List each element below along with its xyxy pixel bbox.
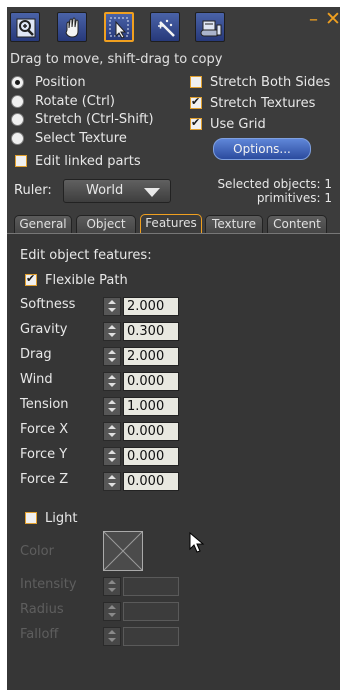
edit-linked-parts-checkbox[interactable]: Edit linked parts <box>15 152 141 170</box>
use-grid-checkbox[interactable]: Use Grid <box>190 115 266 133</box>
force-y-label: Force Y <box>20 447 68 462</box>
hand-icon <box>65 17 79 38</box>
radio-icon[interactable] <box>11 94 24 108</box>
force-y-field[interactable]: 0.000 <box>123 447 179 466</box>
checkbox-checked-icon[interactable] <box>190 116 202 130</box>
gravity-label: Gravity <box>20 322 68 337</box>
force-x-spinner[interactable] <box>103 422 121 441</box>
tension-spinner[interactable] <box>103 397 121 416</box>
radius-field[interactable] <box>123 602 179 621</box>
pointer-icon <box>109 17 129 39</box>
magnifier-icon <box>16 18 36 38</box>
tab-content[interactable]: Content <box>267 215 327 233</box>
ruler-value: World <box>86 183 124 198</box>
ruler-dropdown[interactable]: World <box>63 179 171 203</box>
wind-spinner[interactable] <box>103 372 121 391</box>
gravity-field[interactable]: 0.300 <box>123 322 179 341</box>
mouse-cursor-icon <box>189 532 205 553</box>
intensity-label: Intensity <box>20 577 77 592</box>
flexible-path-label: Flexible Path <box>45 272 128 288</box>
empty-swatch-icon <box>103 531 143 571</box>
flexible-path-checkbox[interactable]: Flexible Path <box>25 271 128 289</box>
light-color-swatch[interactable] <box>103 531 143 571</box>
mode-stretch-label: Stretch (Ctrl-Shift) <box>35 111 154 127</box>
tab-object[interactable]: Object <box>76 215 136 233</box>
checkbox-icon[interactable] <box>15 155 27 167</box>
tool-hint: Drag to move, shift-drag to copy <box>10 52 223 67</box>
mode-select-texture-label: Select Texture <box>35 130 127 146</box>
tension-label: Tension <box>20 397 69 412</box>
force-y-spinner[interactable] <box>103 447 121 466</box>
tab-texture[interactable]: Texture <box>205 215 263 233</box>
create-tool-button[interactable] <box>150 12 180 42</box>
mode-position[interactable]: Position <box>11 73 86 91</box>
radio-icon[interactable] <box>11 75 24 89</box>
drag-label: Drag <box>20 347 52 362</box>
radius-spinner[interactable] <box>103 602 121 621</box>
close-button[interactable]: ✕ <box>325 9 340 29</box>
falloff-field[interactable] <box>123 627 179 646</box>
softness-field[interactable]: 2.000 <box>123 297 179 316</box>
stretch-textures-checkbox[interactable]: Stretch Textures <box>190 94 315 112</box>
stretch-textures-label: Stretch Textures <box>210 95 316 111</box>
mode-position-label: Position <box>35 74 86 90</box>
force-z-spinner[interactable] <box>103 472 121 491</box>
ruler-label: Ruler: <box>14 183 52 198</box>
checkbox-icon[interactable] <box>190 76 202 88</box>
force-z-label: Force Z <box>20 472 69 487</box>
mode-select-texture[interactable]: Select Texture <box>11 129 127 147</box>
gravity-spinner[interactable] <box>103 322 121 341</box>
wand-icon <box>158 19 175 37</box>
mode-stretch[interactable]: Stretch (Ctrl-Shift) <box>11 110 154 128</box>
options-button[interactable]: Options... <box>213 138 311 160</box>
mode-rotate[interactable]: Rotate (Ctrl) <box>11 92 115 110</box>
wind-label: Wind <box>20 372 53 387</box>
edit-linked-parts-label: Edit linked parts <box>35 153 141 169</box>
primitives-count: primitives: 1 <box>256 191 332 205</box>
intensity-field[interactable] <box>123 577 179 596</box>
color-label: Color <box>20 544 54 559</box>
tab-general[interactable]: General <box>14 215 72 233</box>
zoom-tool-button[interactable] <box>10 12 40 42</box>
edit-tools-floater: – ✕ Drag to move, shift-drag to copy Pos… <box>7 7 340 690</box>
tension-field[interactable]: 1.000 <box>123 397 179 416</box>
mode-rotate-label: Rotate (Ctrl) <box>35 93 115 109</box>
light-label: Light <box>45 510 78 526</box>
checkbox-icon[interactable] <box>25 512 37 524</box>
drag-spinner[interactable] <box>103 347 121 366</box>
force-x-label: Force X <box>20 422 69 437</box>
drag-field[interactable]: 2.000 <box>123 347 179 366</box>
selected-objects-count: Selected objects: 1 <box>217 177 332 191</box>
edit-tool-button[interactable] <box>104 12 134 42</box>
stretch-both-sides-label: Stretch Both Sides <box>210 74 331 90</box>
grab-tool-button[interactable] <box>57 12 87 42</box>
falloff-spinner[interactable] <box>103 627 121 646</box>
bulldozer-icon <box>200 20 222 37</box>
stretch-both-sides-checkbox[interactable]: Stretch Both Sides <box>190 73 330 91</box>
checkbox-checked-icon[interactable] <box>190 95 202 109</box>
radio-icon[interactable] <box>11 131 24 145</box>
use-grid-label: Use Grid <box>210 116 266 132</box>
wind-field[interactable]: 0.000 <box>123 372 179 391</box>
tab-features[interactable]: Features <box>140 214 202 234</box>
intensity-spinner[interactable] <box>103 577 121 596</box>
chevron-down-icon <box>144 188 160 197</box>
checkbox-checked-icon[interactable] <box>25 272 37 286</box>
softness-spinner[interactable] <box>103 297 121 316</box>
features-heading: Edit object features: <box>20 248 152 263</box>
land-tool-button[interactable] <box>195 12 225 42</box>
light-checkbox[interactable]: Light <box>25 509 77 527</box>
force-z-field[interactable]: 0.000 <box>123 472 179 491</box>
minimize-button[interactable]: – <box>309 11 318 29</box>
force-x-field[interactable]: 0.000 <box>123 422 179 441</box>
radius-label: Radius <box>20 602 64 617</box>
softness-label: Softness <box>20 297 76 312</box>
falloff-label: Falloff <box>20 627 59 642</box>
radio-icon[interactable] <box>11 112 24 126</box>
